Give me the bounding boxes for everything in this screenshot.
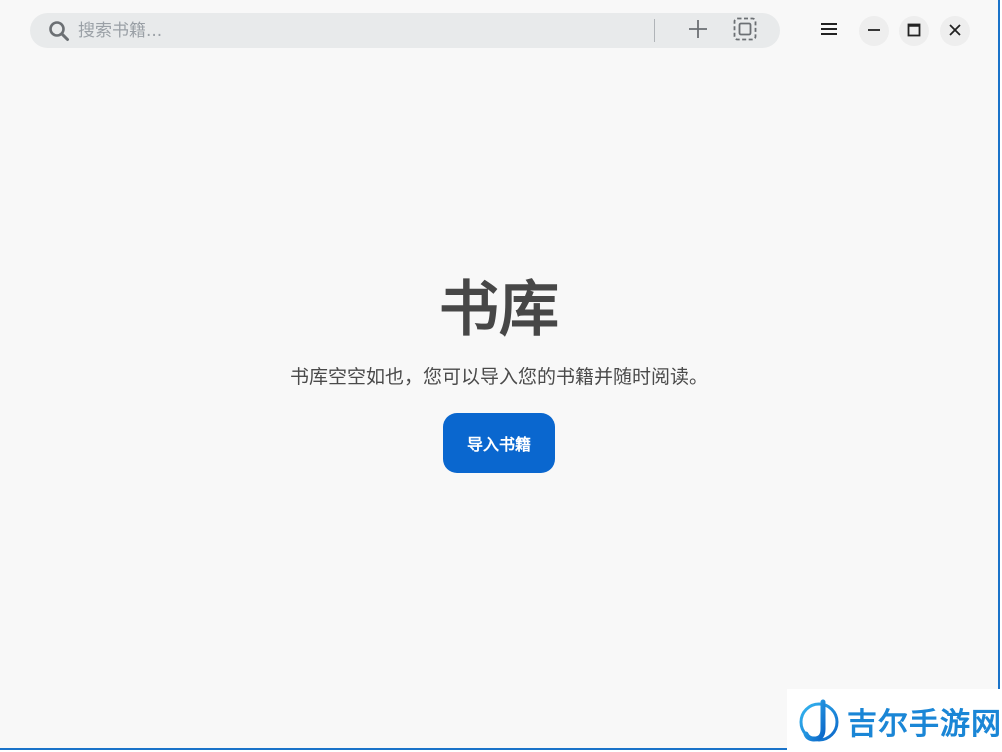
minimize-button[interactable] <box>859 16 889 46</box>
search-bar <box>30 13 780 48</box>
menu-button[interactable] <box>813 14 845 46</box>
site-watermark: 吉尔手游网 <box>787 689 1002 752</box>
watermark-logo-icon <box>797 697 841 745</box>
empty-message: 书库空空如也，您可以导入您的书籍并随时阅读。 <box>289 366 708 388</box>
search-divider <box>654 19 655 42</box>
import-books-button[interactable]: 导入书籍 <box>443 413 555 473</box>
maximize-button[interactable] <box>899 16 929 46</box>
app-window: 书库 书库空空如也，您可以导入您的书籍并随时阅读。 导入书籍 <box>0 0 1000 750</box>
watermark-text: 吉尔手游网 <box>847 706 1002 742</box>
search-input[interactable] <box>78 13 638 48</box>
page-title: 书库 <box>439 275 559 345</box>
select-all-button[interactable] <box>730 16 760 46</box>
plus-icon <box>687 18 709 44</box>
maximize-icon <box>907 22 921 41</box>
search-icon <box>48 20 70 42</box>
add-book-button[interactable] <box>684 17 712 45</box>
minimize-icon <box>867 22 881 41</box>
select-all-icon <box>733 17 757 45</box>
close-icon <box>948 22 962 41</box>
hamburger-menu-icon <box>820 21 838 40</box>
close-button[interactable] <box>940 16 970 46</box>
empty-library-state: 书库 书库空空如也，您可以导入您的书籍并随时阅读。 导入书籍 <box>0 270 998 473</box>
